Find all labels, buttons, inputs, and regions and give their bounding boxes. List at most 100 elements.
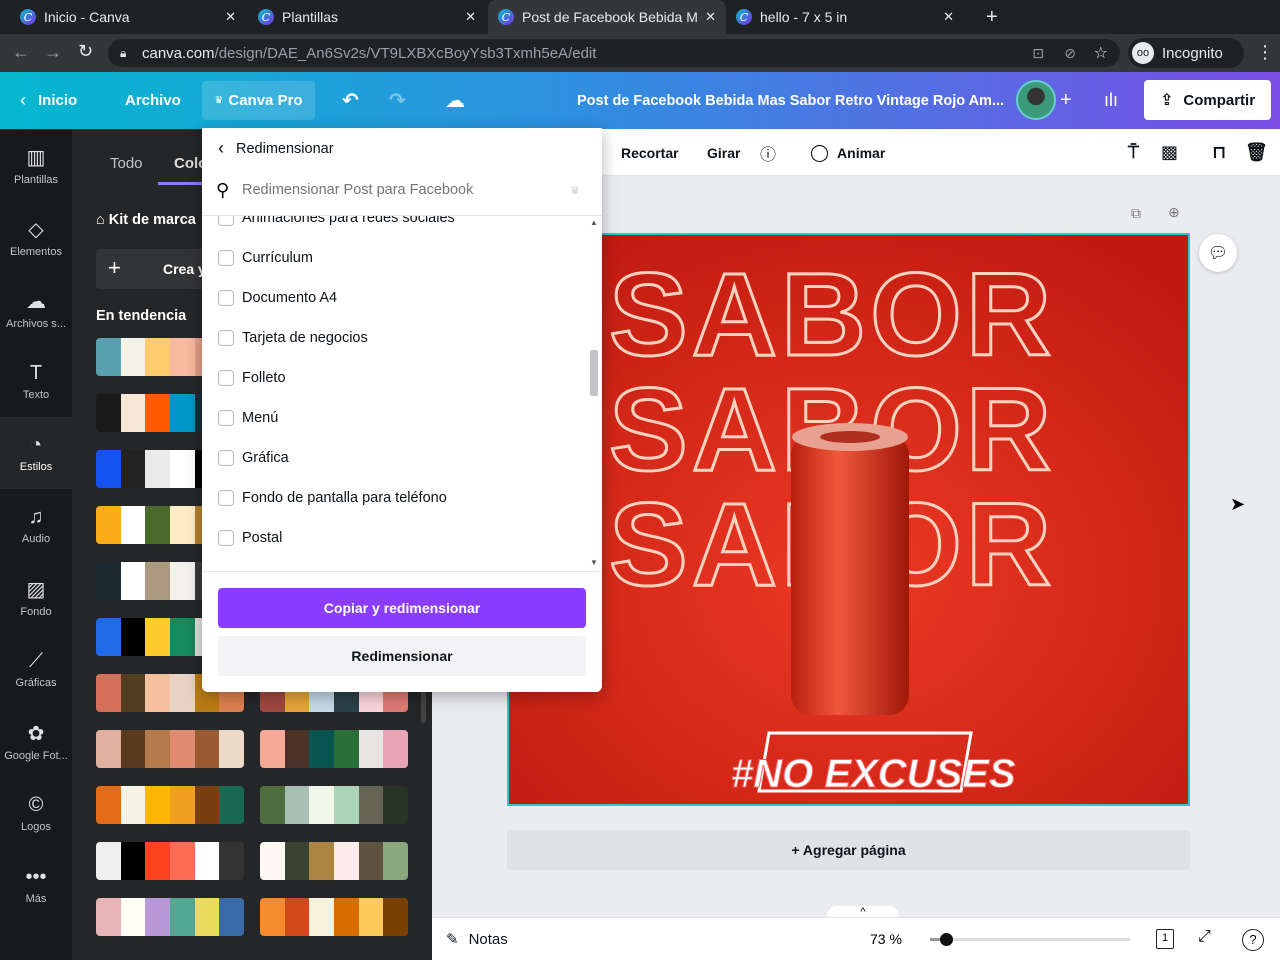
color-swatch[interactable]: [309, 786, 335, 824]
sidebar-item-estilos[interactable]: ◔ Estilos: [0, 417, 72, 489]
color-swatch[interactable]: [309, 730, 335, 768]
color-swatch[interactable]: [170, 338, 195, 376]
browser-menu-icon[interactable]: ⋮: [1256, 42, 1274, 63]
color-swatch[interactable]: [96, 506, 121, 544]
color-swatch[interactable]: [170, 730, 195, 768]
reload-icon[interactable]: ↻: [78, 41, 93, 62]
color-swatch[interactable]: [145, 394, 171, 432]
color-swatch[interactable]: [358, 842, 384, 880]
rotate-button[interactable]: Girar: [707, 129, 740, 176]
resize-option[interactable]: Tarjeta de negocios: [218, 330, 368, 346]
sidebar-item-logos[interactable]: © Logos: [0, 777, 72, 849]
close-tab-icon[interactable]: ✕: [225, 9, 236, 25]
browser-tab-active[interactable]: C Post de Facebook Bebida M ✕: [488, 0, 726, 34]
color-swatch[interactable]: [358, 898, 384, 936]
panel-scrollbar[interactable]: [421, 689, 426, 723]
color-swatch[interactable]: [145, 842, 171, 880]
color-swatch[interactable]: [145, 618, 171, 656]
color-swatch[interactable]: [96, 674, 121, 712]
design-title[interactable]: Post de Facebook Bebida Mas Sabor Retro …: [577, 72, 1004, 129]
checkbox[interactable]: [218, 370, 234, 386]
translate-icon[interactable]: ⊡: [1032, 45, 1044, 62]
home-button[interactable]: ‹ Inicio: [20, 72, 77, 129]
help-icon[interactable]: ?: [1242, 929, 1264, 951]
eye-off-icon[interactable]: ⊘: [1064, 45, 1076, 62]
color-swatch[interactable]: [219, 730, 244, 768]
color-swatch[interactable]: [194, 786, 220, 824]
color-swatch[interactable]: [120, 674, 146, 712]
browser-tab[interactable]: C Plantillas ✕: [248, 0, 486, 34]
color-swatch[interactable]: [145, 786, 171, 824]
color-swatch[interactable]: [194, 898, 220, 936]
add-collaborator-icon[interactable]: +: [1060, 72, 1072, 129]
color-palette[interactable]: [260, 842, 408, 880]
canvas-vertical-scrollbar[interactable]: [1266, 180, 1278, 900]
color-swatch[interactable]: [145, 674, 171, 712]
url-input[interactable]: 🔒︎ canva.com/design/DAE_An6Sv2s/VT9LXBXcB…: [108, 39, 1120, 67]
resize-option[interactable]: Documento A4: [218, 290, 337, 306]
sidebar-item-google-fot[interactable]: ✿ Google Fot...: [0, 705, 72, 777]
redo-icon[interactable]: ↷: [389, 72, 406, 129]
info-icon[interactable]: ⓘ: [760, 129, 776, 176]
color-swatch[interactable]: [284, 898, 310, 936]
resize-option[interactable]: Animaciones para redes sociales: [218, 216, 455, 226]
canva-pro-button[interactable]: ♛ Canva Pro: [202, 81, 315, 120]
color-swatch[interactable]: [170, 674, 195, 712]
color-swatch[interactable]: [284, 842, 310, 880]
color-swatch[interactable]: [145, 506, 171, 544]
sidebar-item-fondo[interactable]: ▨ Fondo: [0, 561, 72, 633]
color-swatch[interactable]: [284, 730, 310, 768]
color-swatch[interactable]: [96, 450, 121, 488]
animate-button[interactable]: ◯ Animar: [810, 129, 885, 176]
user-avatar[interactable]: [1016, 80, 1056, 120]
checkbox[interactable]: [218, 250, 234, 266]
checkbox[interactable]: [218, 216, 234, 226]
sidebar-item-gráficas[interactable]: ⟋ Gráficas: [0, 633, 72, 705]
sidebar-item-audio[interactable]: ♫ Audio: [0, 489, 72, 561]
sidebar-item-más[interactable]: ••• Más: [0, 849, 72, 921]
resize-option[interactable]: Menú: [218, 410, 278, 426]
color-swatch[interactable]: [120, 394, 146, 432]
paint-roller-icon[interactable]: ⍑: [1128, 129, 1139, 176]
color-palette[interactable]: [96, 898, 244, 936]
color-swatch[interactable]: [170, 394, 195, 432]
checkbox[interactable]: [218, 490, 234, 506]
scroll-up-icon[interactable]: ▲: [590, 218, 598, 227]
sidebar-item-elementos[interactable]: ◇ Elementos: [0, 201, 72, 273]
color-swatch[interactable]: [96, 338, 121, 376]
options-scrollbar[interactable]: [590, 350, 598, 396]
fullscreen-icon[interactable]: ⤢: [1198, 928, 1211, 946]
color-swatch[interactable]: [260, 730, 285, 768]
color-swatch[interactable]: [120, 562, 146, 600]
resize-search-input[interactable]: [242, 178, 562, 202]
checkbox[interactable]: [218, 290, 234, 306]
notes-button[interactable]: ✎ Notas: [446, 930, 508, 949]
color-swatch[interactable]: [145, 730, 171, 768]
color-swatch[interactable]: [260, 786, 285, 824]
crop-button[interactable]: Recortar: [621, 129, 679, 176]
color-swatch[interactable]: [260, 898, 285, 936]
resize-option[interactable]: Postal: [218, 530, 282, 546]
zoom-slider-knob[interactable]: [940, 933, 953, 946]
browser-tab[interactable]: C Inicio - Canva ✕: [10, 0, 246, 34]
color-swatch[interactable]: [334, 730, 359, 768]
checkbox[interactable]: [218, 450, 234, 466]
close-tab-icon[interactable]: ✕: [465, 9, 476, 25]
resize-option[interactable]: Currículum: [218, 250, 313, 266]
sidebar-item-plantillas[interactable]: ▥ Plantillas: [0, 129, 72, 201]
lock-icon[interactable]: ⊓: [1212, 129, 1226, 176]
cloud-saved-icon[interactable]: ☁: [445, 72, 465, 129]
color-swatch[interactable]: [284, 786, 310, 824]
color-swatch[interactable]: [96, 618, 121, 656]
color-swatch[interactable]: [309, 842, 335, 880]
zoom-percent[interactable]: 73 %: [870, 931, 902, 947]
file-menu-button[interactable]: Archivo: [125, 72, 181, 129]
color-swatch[interactable]: [96, 394, 121, 432]
comment-icon[interactable]: 💬︎: [1199, 234, 1237, 272]
resize-option[interactable]: Fondo de pantalla para teléfono: [218, 490, 447, 506]
copy-and-resize-button[interactable]: Copiar y redimensionar: [218, 588, 586, 628]
color-palette[interactable]: [96, 786, 244, 824]
color-swatch[interactable]: [170, 898, 195, 936]
undo-icon[interactable]: ↶: [342, 72, 359, 129]
color-swatch[interactable]: [219, 898, 244, 936]
